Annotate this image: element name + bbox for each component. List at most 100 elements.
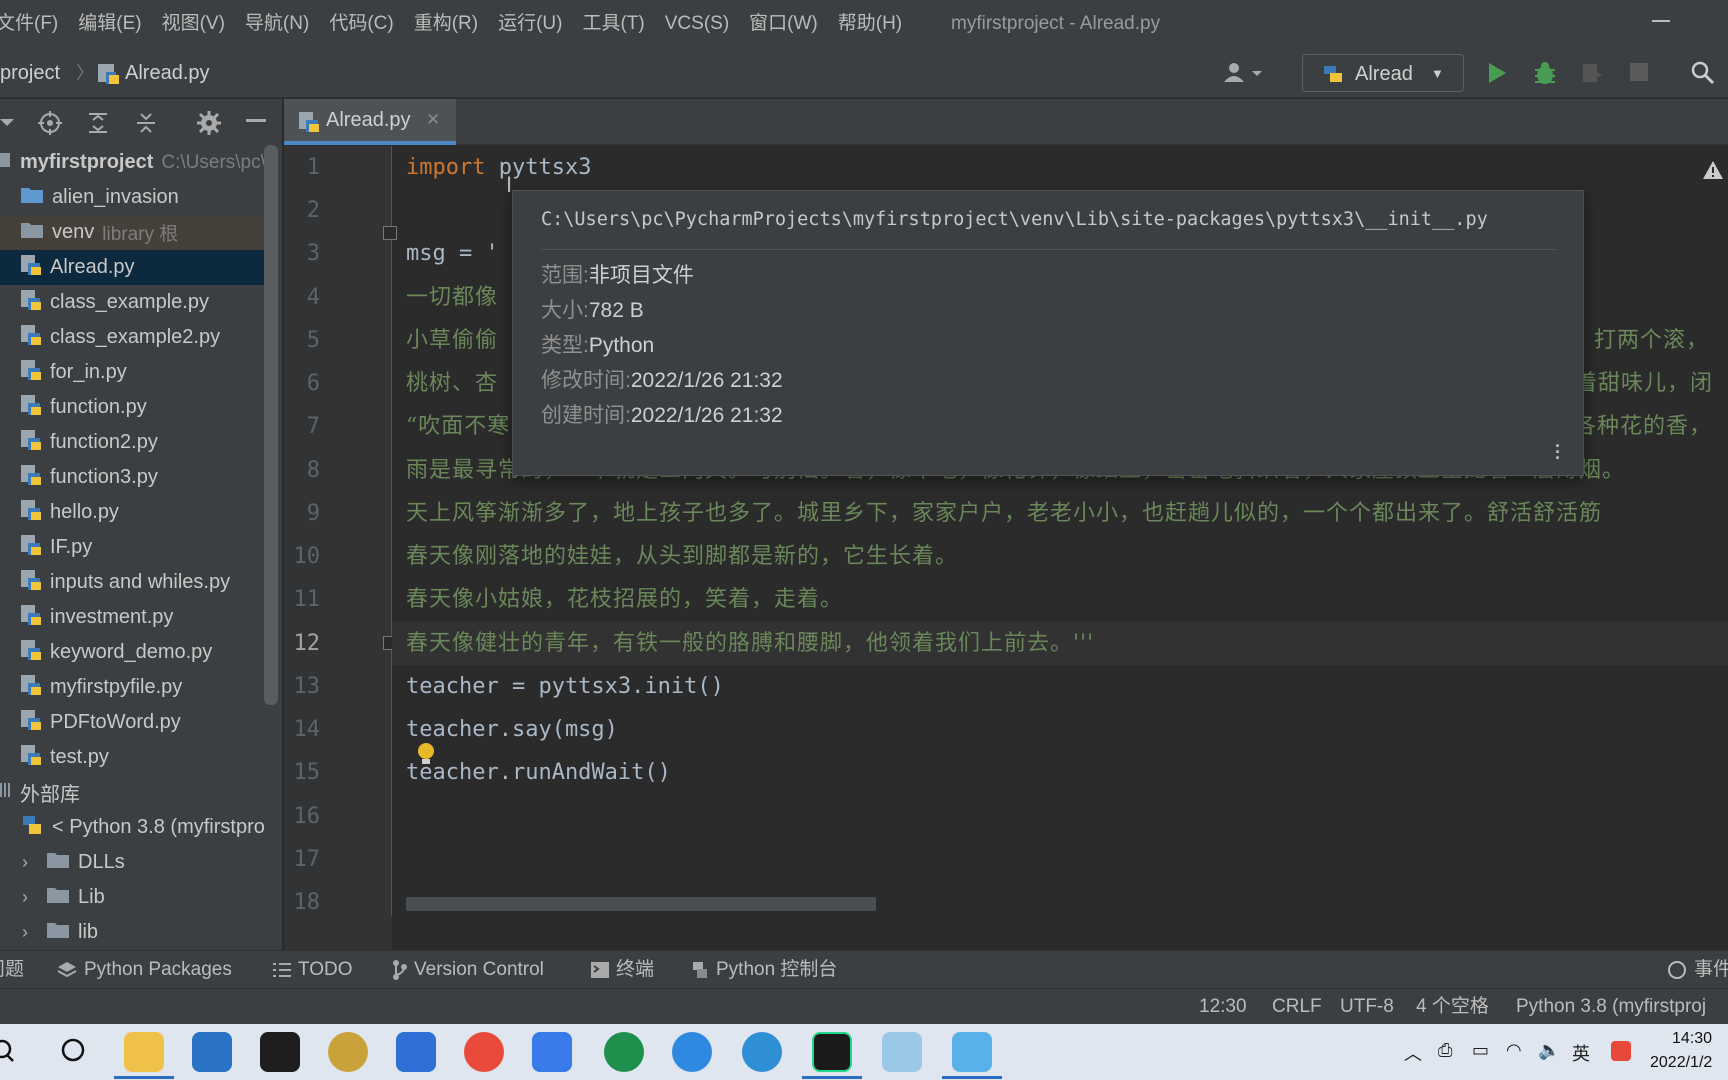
run-button[interactable] (1486, 61, 1508, 90)
doc-key: 大小: (541, 299, 589, 322)
tree-item-alien-invasion[interactable]: alien_invasion (0, 180, 266, 215)
indent-setting[interactable]: 4 个空格 (1416, 989, 1489, 1025)
menu-code[interactable]: 代码(C) (319, 0, 403, 48)
tree-item-hello[interactable]: hello.py (0, 495, 266, 530)
chevron-up-icon[interactable]: ︿ (1404, 1040, 1422, 1066)
command-prompt-icon[interactable] (260, 1032, 300, 1072)
feishu-icon[interactable] (532, 1032, 572, 1072)
task-view-icon[interactable] (60, 1036, 86, 1069)
fold-marker-icon[interactable] (383, 226, 397, 240)
warning-icon[interactable] (1702, 160, 1724, 185)
code-line-12: 春天像健壮的青年，有铁一般的胳膊和腰脚，他领着我们上前去。''' (406, 631, 1095, 656)
menu-help[interactable]: 帮助(H) (828, 0, 912, 48)
tree-item-function3[interactable]: function3.py (0, 460, 266, 495)
file-encoding[interactable]: UTF-8 (1340, 989, 1394, 1025)
project-tree-scrollbar[interactable] (264, 145, 278, 705)
locate-file-icon[interactable] (37, 110, 63, 141)
close-icon[interactable]: ✕ (426, 99, 440, 141)
lightbulb-icon[interactable] (416, 742, 436, 773)
mail-icon[interactable] (192, 1032, 232, 1072)
clock-date[interactable]: 2022/1/2 (1650, 1054, 1712, 1072)
search-everywhere-icon[interactable] (1690, 60, 1716, 91)
tree-item-inputs-and-whiles[interactable]: inputs and whiles.py (0, 565, 266, 600)
tool-window-event-log[interactable]: 事件 (1666, 951, 1728, 989)
tool-window-terminal[interactable]: 终端 (590, 951, 654, 989)
tool-window-todo[interactable]: TODO (272, 951, 353, 989)
menu-window[interactable]: 窗口(W) (739, 0, 828, 48)
stop-button[interactable] (1630, 63, 1648, 81)
tool-window-problems[interactable]: 问题 (0, 951, 24, 989)
edge-icon[interactable] (742, 1032, 782, 1072)
volume-icon[interactable]: 🔈 (1538, 1040, 1560, 1061)
collapse-all-icon[interactable] (134, 110, 158, 141)
menu-file[interactable]: 文件(F) (0, 0, 68, 48)
breadcrumb-file[interactable]: Alread.py (125, 48, 210, 98)
tree-item-dlls[interactable]: › DLLs (0, 845, 266, 880)
horizontal-scrollbar[interactable] (406, 897, 876, 911)
tool-window-version-control[interactable]: Version Control (392, 951, 544, 989)
wifi-icon[interactable]: ◠ (1506, 1040, 1522, 1061)
gear-icon[interactable] (196, 110, 222, 141)
expand-all-icon[interactable] (86, 110, 110, 141)
user-account-icon[interactable] (1222, 61, 1266, 90)
tree-item-test[interactable]: test.py (0, 740, 266, 775)
tree-item-lib[interactable]: › Lib (0, 880, 266, 915)
line-separator[interactable]: CRLF (1272, 989, 1322, 1025)
chevron-right-icon[interactable]: › (12, 852, 38, 873)
tree-root-project[interactable]: myfirstproject C:\Users\pc\ (0, 145, 266, 180)
clock-time[interactable]: 14:30 (1672, 1030, 1712, 1048)
antivirus-icon[interactable] (1610, 1040, 1632, 1067)
minimize-window-button[interactable] (1652, 20, 1670, 22)
store-icon[interactable] (396, 1032, 436, 1072)
run-with-coverage-button[interactable] (1580, 61, 1606, 90)
run-configuration-select[interactable]: Alread ▼ (1302, 54, 1464, 92)
menu-refactor[interactable]: 重构(R) (404, 0, 488, 48)
notepad-icon[interactable] (882, 1032, 922, 1072)
search-icon[interactable] (0, 1038, 16, 1069)
chevron-right-icon[interactable]: › (12, 887, 38, 908)
tree-item-for-in[interactable]: for_in.py (0, 355, 266, 390)
tree-item-python-sdk[interactable]: < Python 3.8 (myfirstpro (0, 810, 266, 845)
tree-item-function[interactable]: function.py (0, 390, 266, 425)
menu-run[interactable]: 运行(U) (488, 0, 572, 48)
chevron-right-icon[interactable]: › (12, 922, 38, 943)
tree-item-class-example2[interactable]: class_example2.py (0, 320, 266, 355)
media-player-icon[interactable] (328, 1032, 368, 1072)
menu-vcs[interactable]: VCS(S) (655, 0, 739, 48)
tree-item-if[interactable]: IF.py (0, 530, 266, 565)
upupoo-icon[interactable] (604, 1032, 644, 1072)
hide-panel-icon[interactable] (246, 119, 266, 122)
tree-item-keyword-demo[interactable]: keyword_demo.py (0, 635, 266, 670)
tree-item-myfirstpyfile[interactable]: myfirstpyfile.py (0, 670, 266, 705)
breadcrumb-project[interactable]: project (0, 48, 60, 98)
tree-item-investment[interactable]: investment.py (0, 600, 266, 635)
tree-item-alread[interactable]: Alread.py (0, 250, 266, 285)
view-dropdown-icon[interactable] (0, 110, 16, 139)
file-explorer-icon[interactable] (124, 1032, 164, 1072)
tool-window-python-packages[interactable]: Python Packages (56, 951, 232, 989)
caret-position[interactable]: 12:30 (1199, 989, 1247, 1025)
pycharm-icon[interactable] (812, 1032, 852, 1072)
battery-icon[interactable]: ▭ (1472, 1040, 1489, 1061)
input-method-indicator[interactable]: 英 (1572, 1040, 1590, 1066)
tree-item-venv[interactable]: venv library 根 (0, 215, 266, 250)
python-interpreter[interactable]: Python 3.8 (myfirstproj (1516, 989, 1706, 1025)
screenshot-tool-icon[interactable] (952, 1032, 992, 1072)
menu-tools[interactable]: 工具(T) (572, 0, 654, 48)
more-options-icon[interactable]: · · · (1555, 437, 1561, 467)
editor-tab-alread[interactable]: Alread.py ✕ (284, 99, 456, 145)
tool-window-python-console[interactable]: Python 控制台 (690, 951, 837, 989)
tree-item-class-example[interactable]: class_example.py (0, 285, 266, 320)
tree-item-pdftoword[interactable]: PDFtoWord.py (0, 705, 266, 740)
tree-item-lib-lower[interactable]: › lib (0, 915, 266, 950)
debug-button[interactable] (1532, 60, 1558, 91)
line-number: 6 (306, 371, 320, 396)
menu-edit[interactable]: 编辑(E) (68, 0, 151, 48)
menu-navigate[interactable]: 导航(N) (235, 0, 319, 48)
tree-item-external-libraries[interactable]: 外部库 (0, 775, 266, 810)
qq-icon[interactable] (464, 1032, 504, 1072)
menu-view[interactable]: 视图(V) (152, 0, 235, 48)
meet-now-icon[interactable]: ⎙ (1438, 1040, 1452, 1061)
tree-item-function2[interactable]: function2.py (0, 425, 266, 460)
browser-icon[interactable] (672, 1032, 712, 1072)
